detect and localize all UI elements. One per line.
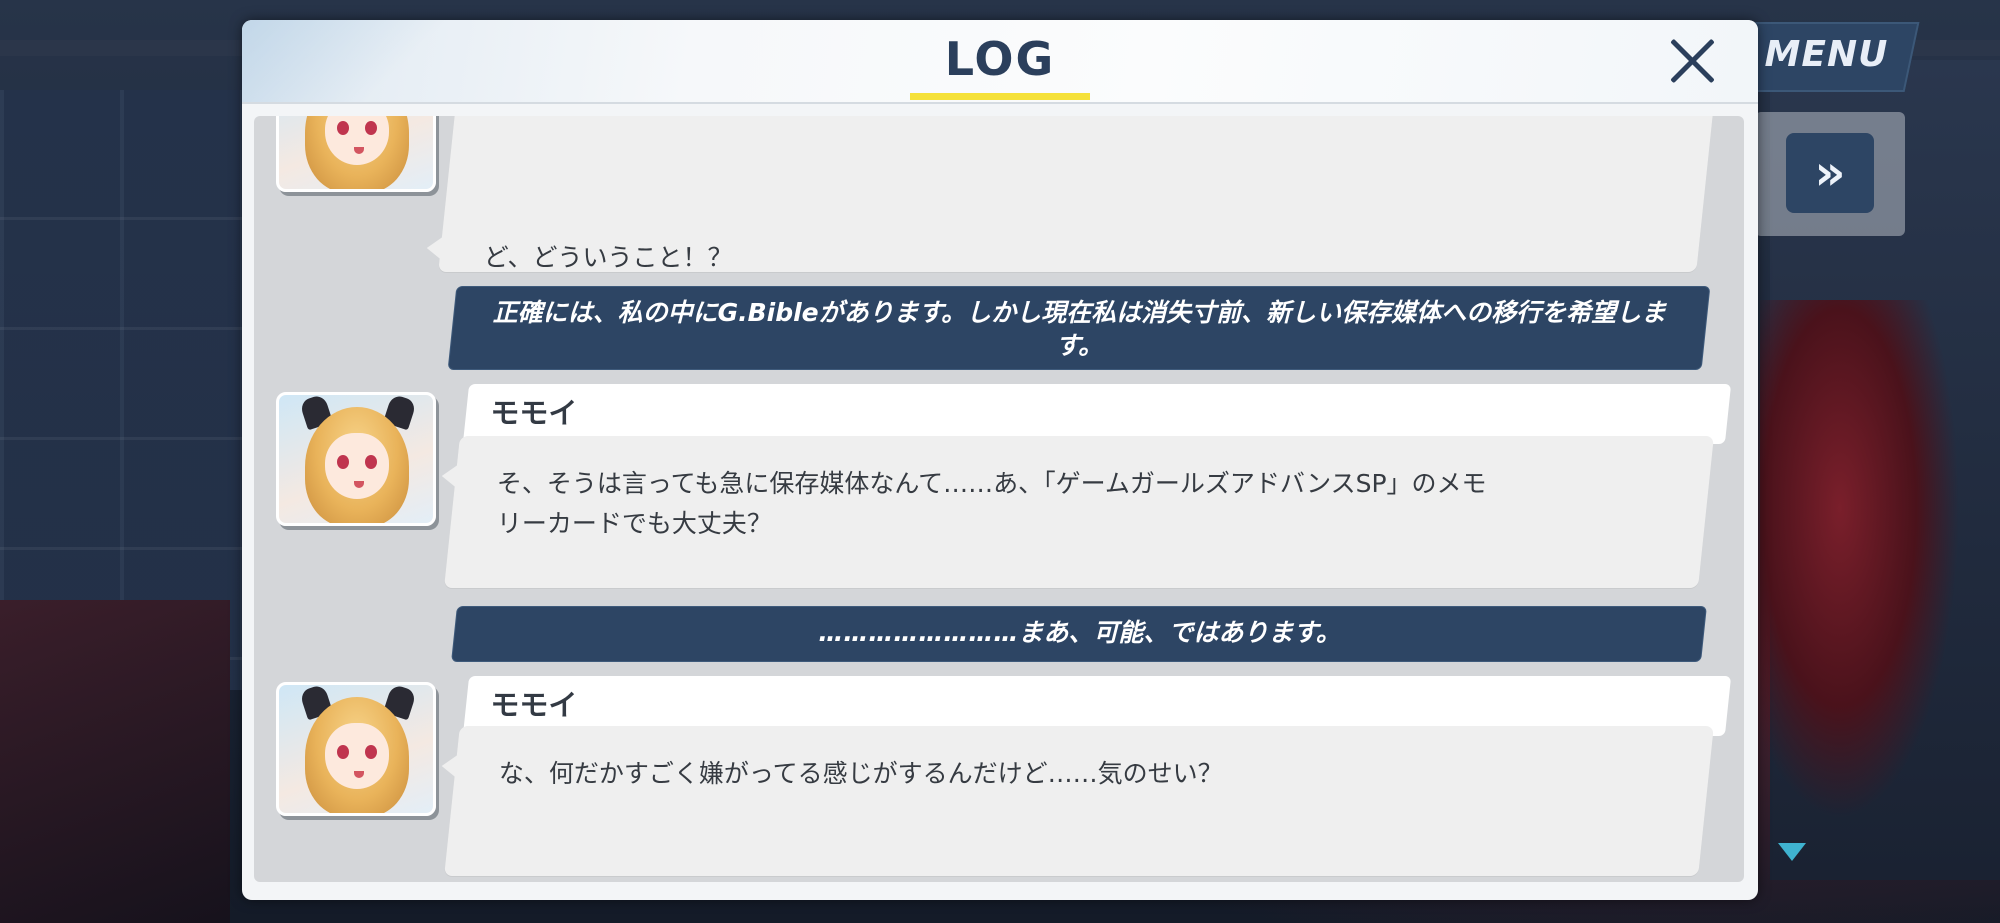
- log-title: LOG: [944, 32, 1056, 86]
- dialogue-text: な、何だかすごく嫌がってる感じがするんだけど……気のせい？: [498, 759, 1223, 788]
- narration-bubble: 正確には、私の中にG.Bibleがあります。しかし現在私は消失寸前、新しい保存媒…: [447, 286, 1711, 370]
- background-floor: [0, 600, 230, 923]
- fast-forward-icon: »: [1814, 145, 1845, 201]
- dialogue-bubble: ど、どういうこと！？: [425, 116, 1716, 272]
- dialogue-text: そ、そうは言っても急に保存媒体なんて……あ、「ゲームガールズアドバンスSP」のメ…: [497, 464, 1647, 544]
- avatar-momoi: [276, 682, 436, 816]
- title-underline: [910, 93, 1090, 100]
- avatar-momoi: [276, 116, 436, 192]
- dialogue-bubble: そ、そうは言っても急に保存媒体なんて……あ、「ゲームガールズアドバンスSP」のメ…: [440, 436, 1714, 588]
- speaker-name-bar: モモイ: [462, 384, 1732, 444]
- narration-bubble: ……………………まあ、可能、ではあります。: [451, 606, 1707, 662]
- fast-forward-button[interactable]: »: [1786, 133, 1874, 213]
- dialogue-bubble: な、何だかすごく嫌がってる感じがするんだけど……気のせい？: [440, 726, 1714, 876]
- triangle-down-icon: [1778, 843, 1806, 861]
- menu-button-label: MENU: [1764, 34, 1889, 75]
- background-wall-lines: [0, 160, 260, 660]
- dialogue-line: リーカードでも大丈夫？: [496, 509, 772, 538]
- background-character: [1760, 300, 1960, 820]
- log-scroll-area[interactable]: ど、どういうこと！？ 正確には、私の中にG.Bibleがあります。しかし現在私は…: [254, 116, 1744, 882]
- dialogue-text: ど、どういうこと！？: [483, 243, 733, 272]
- narration-text: 正確には、私の中にG.Bibleがあります。しかし現在私は消失寸前、新しい保存媒…: [492, 298, 1667, 360]
- avatar-momoi: [276, 392, 436, 526]
- close-icon[interactable]: [1666, 34, 1720, 88]
- log-dialog: LOG ど、どういうこと！？ 正確には、私の中にG.Bibleがあります。しかし…: [242, 20, 1758, 900]
- log-dialog-header: LOG: [242, 20, 1758, 104]
- speaker-name: モモイ: [490, 688, 578, 722]
- dialogue-line: そ、そうは言っても急に保存媒体なんて……あ、「ゲームガールズアドバンスSP」のメ…: [496, 469, 1487, 498]
- menu-button[interactable]: MENU: [1732, 22, 1920, 92]
- narration-text: ……………………まあ、可能、ではあります。: [818, 618, 1341, 647]
- speaker-name: モモイ: [490, 396, 578, 430]
